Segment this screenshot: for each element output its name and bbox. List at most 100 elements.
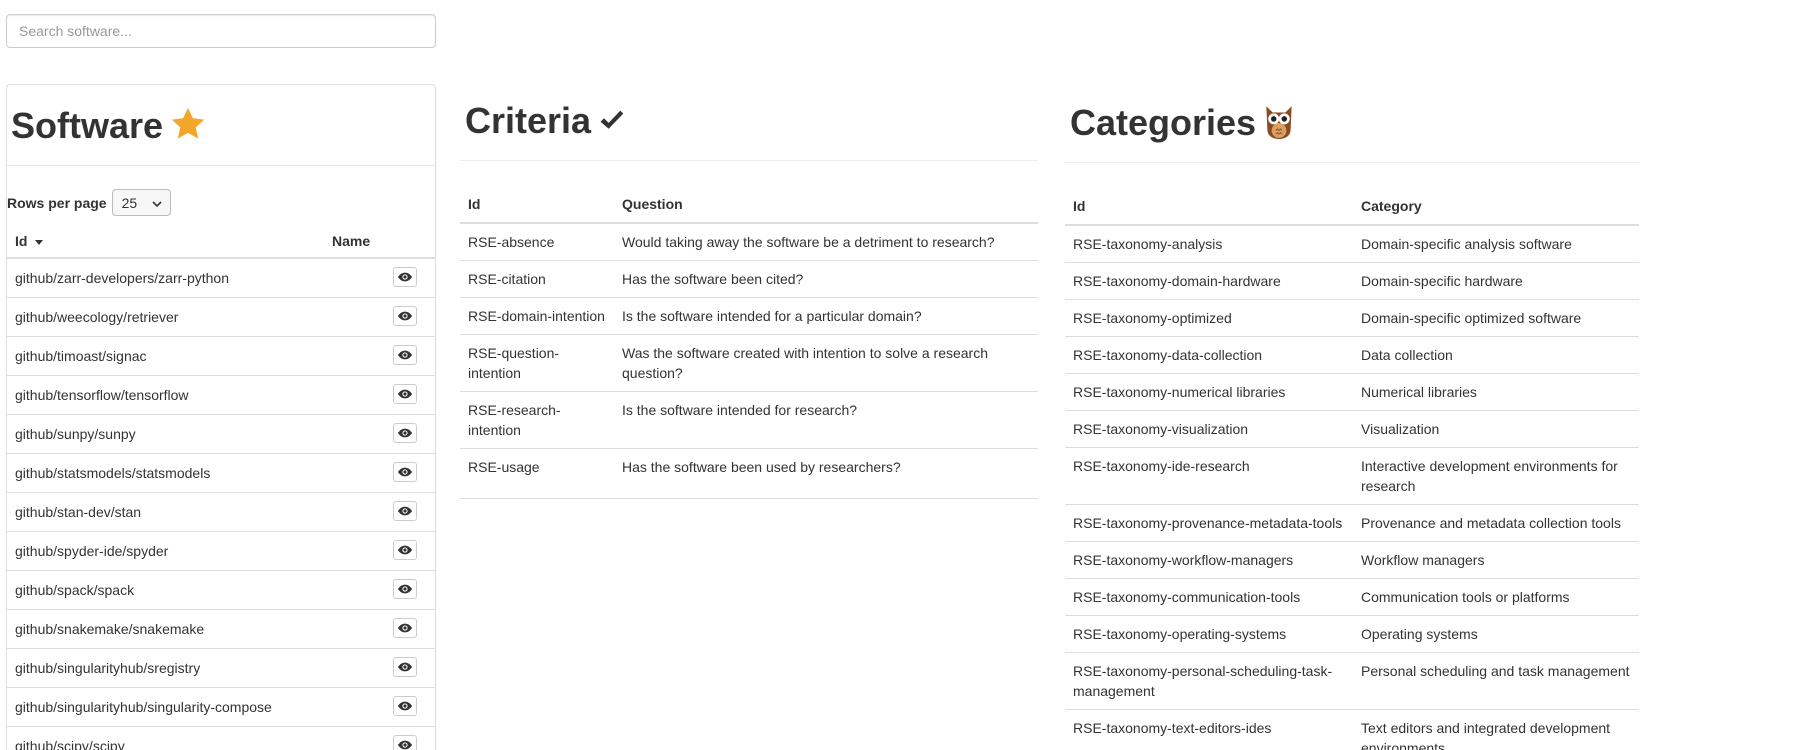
software-id[interactable]: github/singularityhub/sregistry bbox=[15, 660, 200, 676]
column-header-id: Id bbox=[460, 187, 614, 224]
view-button[interactable] bbox=[393, 345, 417, 365]
software-id[interactable]: github/singularityhub/singularity-compos… bbox=[15, 699, 272, 715]
category-id: RSE-taxonomy-numerical libraries bbox=[1065, 373, 1353, 411]
view-button[interactable] bbox=[393, 462, 417, 482]
software-id[interactable]: github/spyder-ide/spyder bbox=[15, 543, 168, 559]
view-button[interactable] bbox=[393, 306, 417, 326]
category-name: Text editors and integrated development … bbox=[1353, 709, 1639, 750]
software-id[interactable]: github/tensorflow/tensorflow bbox=[15, 387, 189, 403]
column-header-id-label: Id bbox=[15, 233, 28, 249]
criteria-id: RSE-absence bbox=[468, 234, 555, 250]
criteria-question: Was the software created with intention … bbox=[614, 334, 1038, 392]
table-row: RSE-taxonomy-domain-hardware Domain-speci… bbox=[1065, 262, 1639, 300]
software-id[interactable]: github/zarr-developers/zarr-python bbox=[15, 270, 229, 286]
eye-icon bbox=[398, 428, 412, 438]
software-title: Software bbox=[11, 105, 207, 152]
table-row: github/zarr-developers/zarr-python bbox=[7, 259, 435, 297]
eye-icon bbox=[398, 272, 412, 282]
column-header-category: Category bbox=[1353, 189, 1639, 226]
view-button[interactable] bbox=[393, 696, 417, 716]
category-id: RSE-taxonomy-data-collection bbox=[1065, 336, 1353, 374]
table-row: RSE-citation Has the software been cited? bbox=[460, 260, 1038, 298]
rows-per-page-select[interactable]: 25 bbox=[111, 189, 171, 216]
categories-table-header: Id Category bbox=[1065, 189, 1639, 226]
software-id[interactable]: github/snakemake/snakemake bbox=[15, 621, 204, 637]
view-button[interactable] bbox=[393, 501, 417, 521]
view-button[interactable] bbox=[393, 735, 417, 750]
criteria-question: Has the software been cited? bbox=[614, 260, 1038, 298]
table-row: github/sunpy/sunpy bbox=[7, 414, 435, 453]
table-row: RSE-taxonomy-provenance-metadata-tools Pr… bbox=[1065, 504, 1639, 542]
category-name: Personal scheduling and task management bbox=[1353, 652, 1639, 710]
criteria-section: Criteria Id Question RSE-absence Would ta… bbox=[460, 84, 1038, 499]
category-id: RSE-taxonomy-ide-research bbox=[1065, 447, 1353, 505]
table-row: RSE-absence Would taking away the softwar… bbox=[460, 223, 1038, 261]
search-input[interactable] bbox=[6, 14, 436, 48]
category-id: RSE-taxonomy-workflow-managers bbox=[1065, 541, 1353, 579]
eye-icon bbox=[398, 740, 412, 750]
category-name: Domain-specific optimized software bbox=[1353, 299, 1639, 337]
eye-icon bbox=[398, 350, 412, 360]
eye-icon bbox=[398, 467, 412, 477]
criteria-id: RSE-research-intention bbox=[460, 391, 614, 449]
categories-table: Id Category RSE-taxonomy-analysis Domain-… bbox=[1065, 189, 1639, 750]
sort-desc-icon bbox=[35, 239, 44, 245]
software-id[interactable]: github/sunpy/sunpy bbox=[15, 426, 136, 442]
table-row: RSE-question-intention Was the software c… bbox=[460, 334, 1038, 392]
category-id: RSE-taxonomy-optimized bbox=[1065, 299, 1353, 337]
eye-icon bbox=[398, 311, 412, 321]
column-header-id[interactable]: Id bbox=[15, 233, 44, 249]
categories-title: Categories bbox=[1070, 102, 1296, 149]
column-header-id: Id bbox=[1065, 189, 1353, 226]
criteria-question: Has the software been used by researcher… bbox=[614, 448, 1038, 499]
eye-icon bbox=[398, 662, 412, 672]
view-button[interactable] bbox=[393, 384, 417, 404]
category-id: RSE-taxonomy-text-editors-ides bbox=[1065, 709, 1353, 750]
category-name: Provenance and metadata collection tools bbox=[1353, 504, 1639, 542]
eye-icon bbox=[398, 623, 412, 633]
eye-icon bbox=[398, 584, 412, 594]
software-panel: Software Rows per page 25 Id Name github… bbox=[6, 84, 436, 750]
category-name: Interactive development environments for… bbox=[1353, 447, 1639, 505]
category-id: RSE-taxonomy-analysis bbox=[1073, 236, 1223, 252]
view-button[interactable] bbox=[393, 618, 417, 638]
view-button[interactable] bbox=[393, 423, 417, 443]
table-row: RSE-taxonomy-analysis Domain-specific ana… bbox=[1065, 225, 1639, 263]
view-button[interactable] bbox=[393, 657, 417, 677]
view-button[interactable] bbox=[393, 267, 417, 287]
criteria-table: Id Question RSE-absence Would taking away… bbox=[460, 187, 1038, 499]
software-id[interactable]: github/scipy/scipy bbox=[15, 738, 125, 750]
software-table-header: Id Name bbox=[7, 225, 435, 259]
table-row: github/spyder-ide/spyder bbox=[7, 531, 435, 570]
view-button[interactable] bbox=[393, 579, 417, 599]
category-name: Domain-specific analysis software bbox=[1361, 236, 1572, 252]
table-row: RSE-taxonomy-data-collection Data collect… bbox=[1065, 336, 1639, 374]
software-id[interactable]: github/spack/spack bbox=[15, 582, 134, 598]
star-icon bbox=[169, 105, 207, 152]
rows-per-page-value: 25 bbox=[121, 194, 138, 211]
software-id[interactable]: github/statsmodels/statsmodels bbox=[15, 465, 210, 481]
table-row: github/singularityhub/singularity-compos… bbox=[7, 687, 435, 726]
software-id[interactable]: github/weecology/retriever bbox=[15, 309, 178, 325]
category-name: Data collection bbox=[1353, 336, 1639, 374]
criteria-id: RSE-question-intention bbox=[460, 334, 614, 392]
software-title-text: Software bbox=[11, 105, 164, 147]
rows-per-page: Rows per page 25 bbox=[7, 189, 171, 216]
column-header-name[interactable]: Name bbox=[332, 233, 370, 249]
table-row: github/statsmodels/statsmodels bbox=[7, 453, 435, 492]
software-id[interactable]: github/timoast/signac bbox=[15, 348, 147, 364]
table-row: github/stan-dev/stan bbox=[7, 492, 435, 531]
criteria-id: RSE-domain-intention bbox=[460, 297, 614, 335]
eye-icon bbox=[398, 545, 412, 555]
criteria-question: Would taking away the software be a detr… bbox=[622, 234, 995, 250]
table-row: RSE-research-intention Is the software in… bbox=[460, 391, 1038, 449]
software-id[interactable]: github/stan-dev/stan bbox=[15, 504, 141, 520]
categories-title-text: Categories bbox=[1070, 102, 1257, 144]
criteria-question: Is the software intended for a particula… bbox=[614, 297, 1038, 335]
table-row: github/snakemake/snakemake bbox=[7, 609, 435, 648]
criteria-id: RSE-citation bbox=[460, 260, 614, 298]
criteria-title-text: Criteria bbox=[465, 100, 592, 141]
view-button[interactable] bbox=[393, 540, 417, 560]
table-row: RSE-domain-intention Is the software inte… bbox=[460, 297, 1038, 335]
heavy-check-icon bbox=[597, 102, 625, 144]
